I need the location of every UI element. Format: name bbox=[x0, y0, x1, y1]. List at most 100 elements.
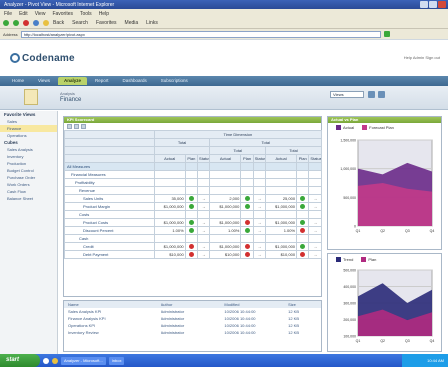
row-header[interactable]: Costs bbox=[64, 210, 155, 219]
sidebar-item[interactable]: Production bbox=[0, 160, 57, 167]
quicklaunch-icon[interactable] bbox=[43, 357, 49, 364]
row-header[interactable]: Discount Percent bbox=[64, 226, 155, 235]
trend-arrow-icon: → bbox=[257, 252, 262, 257]
menu-item[interactable]: Tools bbox=[80, 11, 92, 17]
trend-arrow-icon: → bbox=[201, 228, 206, 233]
empty-cell bbox=[197, 162, 211, 171]
sidebar-item[interactable]: Purchase Order bbox=[0, 174, 57, 181]
toolbar-labels: Back Search Favorites Media Links bbox=[53, 20, 158, 26]
sidebar-item[interactable]: Sales bbox=[0, 118, 57, 125]
actual-cell: 25,000 bbox=[265, 194, 298, 203]
actual-cell: $1,000,000 bbox=[209, 218, 242, 227]
row-header[interactable]: Financial Measures bbox=[64, 170, 155, 179]
sidebar-item[interactable]: Balance Sheet bbox=[0, 195, 57, 202]
row-header[interactable]: Profitability bbox=[64, 178, 155, 187]
column-header[interactable]: Total bbox=[209, 138, 322, 147]
collapse-icon[interactable] bbox=[74, 124, 79, 129]
x-tick-label: Q1 bbox=[356, 229, 361, 233]
sidebar-item[interactable]: Operations bbox=[0, 132, 57, 139]
stop-icon[interactable] bbox=[23, 20, 29, 26]
row-header[interactable]: Product Costs bbox=[64, 218, 155, 227]
sidebar-item[interactable]: Finance bbox=[0, 125, 57, 132]
column-header[interactable]: Total bbox=[153, 138, 211, 147]
doc-row[interactable]: Inventory Review Administrator 10/2006 10:… bbox=[64, 329, 321, 336]
status-cell bbox=[240, 194, 254, 203]
address-input[interactable]: http://localhost/analyzer/pivot.aspx bbox=[20, 30, 381, 38]
menu-item[interactable]: View bbox=[35, 11, 46, 17]
logo-text: Codename bbox=[22, 53, 75, 64]
nav-tab[interactable]: Subscriptions bbox=[155, 77, 194, 85]
nav-tab[interactable]: Dashboards bbox=[116, 77, 152, 85]
row-header[interactable]: Cash bbox=[64, 234, 155, 243]
empty-cell bbox=[197, 178, 211, 187]
trend-cell: → bbox=[252, 202, 267, 211]
view-select[interactable]: Views bbox=[330, 91, 364, 98]
go-button[interactable] bbox=[368, 91, 375, 98]
row-header[interactable]: Debt Payment bbox=[64, 250, 155, 259]
column-header[interactable]: Total bbox=[265, 146, 322, 155]
sidebar-item[interactable]: Cash Flow bbox=[0, 188, 57, 195]
home-icon[interactable] bbox=[43, 20, 49, 26]
menu-item[interactable]: Favorites bbox=[52, 11, 73, 17]
empty-cell bbox=[153, 186, 186, 195]
status-red-icon bbox=[244, 244, 250, 250]
empty-cell bbox=[252, 186, 267, 195]
doc-row[interactable]: Finance Analysis KPI Administrator 10/2006… bbox=[64, 315, 321, 322]
nav-tab[interactable]: Report bbox=[89, 77, 115, 85]
toolbar-button[interactable]: Media bbox=[125, 20, 139, 26]
back-icon[interactable] bbox=[3, 20, 9, 26]
taskbar-item[interactable]: Inbox bbox=[108, 356, 125, 365]
column-header[interactable]: Total bbox=[209, 146, 267, 155]
row-header[interactable]: Revenue bbox=[64, 186, 155, 195]
menu-item[interactable]: Help bbox=[99, 11, 109, 17]
trend-arrow-icon: → bbox=[313, 252, 318, 257]
doc-column-header[interactable]: Modified bbox=[224, 302, 282, 307]
doc-column-header[interactable]: Name bbox=[68, 302, 155, 307]
x-tick-label: Q4 bbox=[430, 339, 435, 343]
nav-tab[interactable]: Home bbox=[6, 77, 30, 85]
empty-cell bbox=[153, 210, 186, 219]
sidebar-item[interactable]: Budget Control bbox=[0, 167, 57, 174]
toolbar-button[interactable]: Search bbox=[72, 20, 88, 26]
doc-size: 12 KB bbox=[288, 323, 300, 328]
row-header[interactable]: Product Margin bbox=[64, 202, 155, 211]
menu-item[interactable]: File bbox=[4, 11, 12, 17]
toolbar-button[interactable]: Back bbox=[53, 20, 64, 26]
nav-tab[interactable]: Analyze bbox=[57, 77, 87, 85]
header-links[interactable]: Help Admin Sign out bbox=[404, 55, 440, 60]
empty-cell bbox=[296, 234, 310, 243]
measure-header: Plan bbox=[184, 154, 199, 163]
legend-label: Plan bbox=[368, 257, 377, 262]
trend-arrow-icon: → bbox=[313, 228, 318, 233]
taskbar-item[interactable]: Analyzer - Microsoft... bbox=[61, 356, 106, 365]
nav-tab[interactable]: Views bbox=[32, 77, 56, 85]
column-header[interactable]: Time Dimension bbox=[153, 130, 323, 139]
doc-row[interactable]: Sales Analysis KPI Administrator 10/2006 1… bbox=[64, 308, 321, 315]
toolbar-button[interactable]: Links bbox=[146, 20, 158, 26]
toolbar-button[interactable]: Favorites bbox=[96, 20, 117, 26]
row-header[interactable]: All Measures bbox=[64, 162, 155, 171]
options-button[interactable] bbox=[378, 91, 385, 98]
sidebar-item[interactable]: Sales Analysis bbox=[0, 146, 57, 153]
forward-icon[interactable] bbox=[13, 20, 19, 26]
maximize-button[interactable] bbox=[429, 1, 437, 8]
actual-cell: $1,000,000 bbox=[153, 218, 186, 227]
minimize-button[interactable] bbox=[420, 1, 428, 8]
go-icon[interactable] bbox=[383, 31, 390, 37]
chart-panel-1: Actual vs Plan Actual Forecast Plan 1,50… bbox=[327, 116, 442, 250]
empty-cell bbox=[209, 170, 242, 179]
swap-axes-icon[interactable] bbox=[81, 124, 86, 129]
refresh-icon[interactable] bbox=[33, 20, 39, 26]
quicklaunch-icon[interactable] bbox=[52, 357, 58, 364]
sidebar-item[interactable]: Work Orders bbox=[0, 181, 57, 188]
close-button[interactable] bbox=[438, 1, 446, 8]
sidebar-item[interactable]: Inventory bbox=[0, 153, 57, 160]
row-header[interactable]: Credit bbox=[64, 242, 155, 251]
start-button[interactable]: start bbox=[0, 354, 40, 367]
row-header[interactable]: Sales Units bbox=[64, 194, 155, 203]
doc-column-header[interactable]: Author bbox=[161, 302, 219, 307]
doc-row[interactable]: Operations KPI Administrator 10/2006 10:44… bbox=[64, 322, 321, 329]
expand-icon[interactable] bbox=[67, 124, 72, 129]
doc-column-header[interactable]: Size bbox=[288, 302, 317, 307]
menu-item[interactable]: Edit bbox=[19, 11, 28, 17]
